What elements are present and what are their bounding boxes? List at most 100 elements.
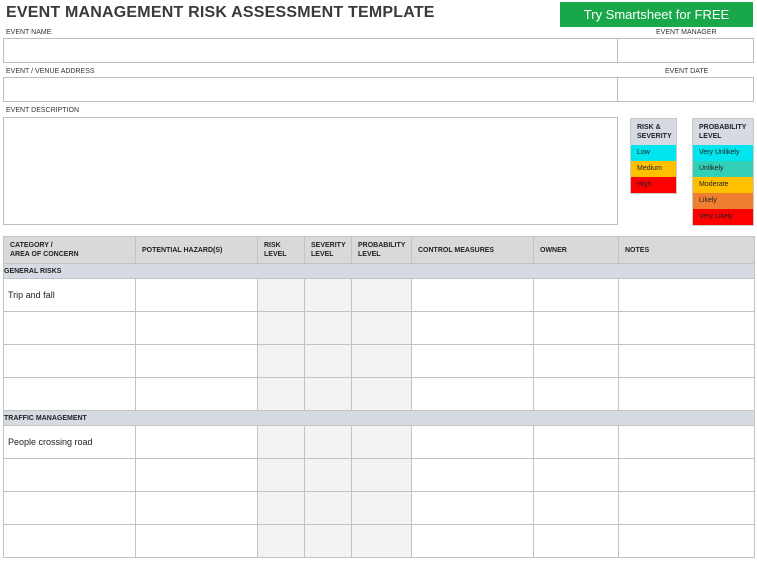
owner-cell[interactable]	[533, 425, 619, 459]
control-measures-cell[interactable]	[411, 524, 534, 558]
owner-cell[interactable]	[533, 278, 619, 312]
col-header-hazards: POTENTIAL HAZARD(S)	[135, 236, 258, 264]
severity-level-cell[interactable]	[304, 458, 352, 492]
event-manager-field[interactable]	[617, 38, 754, 63]
event-description-label: EVENT DESCRIPTION	[6, 107, 79, 114]
severity-level-cell[interactable]	[304, 425, 352, 459]
risk-level-cell[interactable]	[257, 278, 305, 312]
control-measures-cell[interactable]	[411, 377, 534, 411]
hazard-cell[interactable]	[135, 425, 258, 459]
table-row	[3, 458, 755, 492]
legend-item-very-likely: Very Likely	[693, 209, 753, 225]
col-header-control-measures: CONTROL MEASURES	[411, 236, 534, 264]
notes-cell[interactable]	[618, 278, 755, 312]
notes-cell[interactable]	[618, 311, 755, 345]
table-row	[3, 524, 755, 558]
severity-level-cell[interactable]	[304, 344, 352, 378]
owner-cell[interactable]	[533, 344, 619, 378]
risk-level-cell[interactable]	[257, 344, 305, 378]
col-header-severity-level: SEVERITY LEVEL	[304, 236, 352, 264]
notes-cell[interactable]	[618, 524, 755, 558]
risk-level-cell[interactable]	[257, 425, 305, 459]
hazard-cell[interactable]	[135, 524, 258, 558]
notes-cell[interactable]	[618, 377, 755, 411]
probability-level-cell[interactable]	[351, 311, 412, 345]
risk-table: CATEGORY / AREA OF CONCERN POTENTIAL HAZA…	[3, 236, 755, 558]
hazard-cell[interactable]	[135, 458, 258, 492]
category-cell[interactable]	[3, 491, 136, 525]
hazard-cell[interactable]	[135, 377, 258, 411]
col-header-probability-level: PROBABILITY LEVEL	[351, 236, 412, 264]
event-date-label: EVENT DATE	[665, 68, 709, 75]
severity-level-cell[interactable]	[304, 311, 352, 345]
venue-address-field[interactable]	[3, 77, 618, 102]
hazard-cell[interactable]	[135, 491, 258, 525]
table-header-row: CATEGORY / AREA OF CONCERN POTENTIAL HAZA…	[3, 236, 755, 264]
risk-severity-legend: RISK & SEVERITY Low Medium High	[630, 118, 677, 194]
hazard-cell[interactable]	[135, 311, 258, 345]
page-title: EVENT MANAGEMENT RISK ASSESSMENT TEMPLAT…	[6, 4, 435, 21]
col-header-risk-level: RISK LEVEL	[257, 236, 305, 264]
event-manager-label: EVENT MANAGER	[656, 29, 717, 36]
table-row: Trip and fall	[3, 278, 755, 312]
legend-item-medium: Medium	[631, 161, 676, 177]
event-name-field[interactable]	[3, 38, 618, 63]
try-smartsheet-button[interactable]: Try Smartsheet for FREE	[560, 2, 753, 27]
owner-cell[interactable]	[533, 311, 619, 345]
hazard-cell[interactable]	[135, 344, 258, 378]
legend-item-high: High	[631, 177, 676, 193]
legend-item-very-unlikely: Very Unlikely	[693, 145, 753, 161]
hazard-cell[interactable]	[135, 278, 258, 312]
control-measures-cell[interactable]	[411, 425, 534, 459]
severity-level-cell[interactable]	[304, 491, 352, 525]
notes-cell[interactable]	[618, 344, 755, 378]
category-cell[interactable]	[3, 311, 136, 345]
event-date-field[interactable]	[617, 77, 754, 102]
notes-cell[interactable]	[618, 458, 755, 492]
col-header-notes: NOTES	[618, 236, 755, 264]
probability-level-cell[interactable]	[351, 278, 412, 312]
risk-level-cell[interactable]	[257, 377, 305, 411]
probability-level-cell[interactable]	[351, 491, 412, 525]
risk-level-cell[interactable]	[257, 458, 305, 492]
notes-cell[interactable]	[618, 425, 755, 459]
category-cell[interactable]: People crossing road	[3, 425, 136, 459]
probability-legend-header: PROBABILITY LEVEL	[693, 119, 753, 145]
owner-cell[interactable]	[533, 377, 619, 411]
category-cell[interactable]	[3, 344, 136, 378]
category-cell[interactable]	[3, 458, 136, 492]
probability-level-cell[interactable]	[351, 458, 412, 492]
risk-severity-legend-header: RISK & SEVERITY	[631, 119, 676, 145]
severity-level-cell[interactable]	[304, 524, 352, 558]
probability-level-cell[interactable]	[351, 425, 412, 459]
probability-legend: PROBABILITY LEVEL Very Unlikely Unlikely…	[692, 118, 754, 226]
probability-level-cell[interactable]	[351, 344, 412, 378]
control-measures-cell[interactable]	[411, 344, 534, 378]
section-row-general-risks: GENERAL RISKS	[3, 263, 755, 279]
severity-level-cell[interactable]	[304, 377, 352, 411]
col-header-category: CATEGORY / AREA OF CONCERN	[3, 236, 136, 264]
control-measures-cell[interactable]	[411, 491, 534, 525]
risk-level-cell[interactable]	[257, 491, 305, 525]
owner-cell[interactable]	[533, 458, 619, 492]
venue-address-label: EVENT / VENUE ADDRESS	[6, 68, 95, 75]
category-cell[interactable]: Trip and fall	[3, 278, 136, 312]
control-measures-cell[interactable]	[411, 458, 534, 492]
risk-level-cell[interactable]	[257, 524, 305, 558]
owner-cell[interactable]	[533, 524, 619, 558]
legend-item-moderate: Moderate	[693, 177, 753, 193]
category-cell[interactable]	[3, 377, 136, 411]
severity-level-cell[interactable]	[304, 278, 352, 312]
category-cell[interactable]	[3, 524, 136, 558]
table-row	[3, 491, 755, 525]
table-row: People crossing road	[3, 425, 755, 459]
probability-level-cell[interactable]	[351, 524, 412, 558]
event-description-field[interactable]	[3, 117, 618, 225]
owner-cell[interactable]	[533, 491, 619, 525]
control-measures-cell[interactable]	[411, 311, 534, 345]
control-measures-cell[interactable]	[411, 278, 534, 312]
legend-item-unlikely: Unlikely	[693, 161, 753, 177]
risk-level-cell[interactable]	[257, 311, 305, 345]
probability-level-cell[interactable]	[351, 377, 412, 411]
notes-cell[interactable]	[618, 491, 755, 525]
